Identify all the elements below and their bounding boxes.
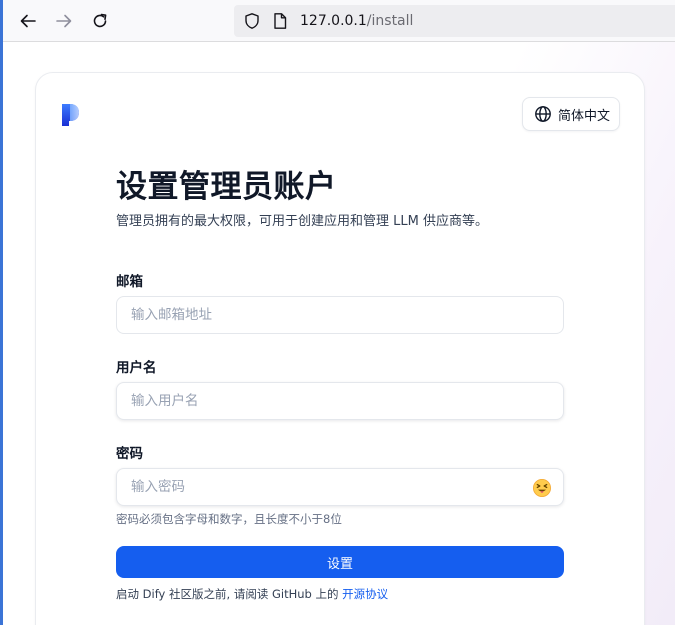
shield-icon[interactable] (243, 12, 261, 30)
browser-toolbar: 127.0.0.1/install (3, 0, 675, 42)
forward-arrow-icon (56, 14, 72, 28)
url-host: 127.0.0.1 (300, 13, 367, 29)
username-field-container (116, 382, 564, 420)
url-text[interactable]: 127.0.0.1/install (300, 12, 413, 30)
license-link[interactable]: 开源协议 (342, 587, 388, 601)
reload-button[interactable] (88, 9, 112, 33)
back-arrow-icon (20, 14, 36, 28)
email-label: 邮箱 (116, 274, 143, 290)
page-background: 简体中文 设置管理员账户 管理员拥有的最大权限，可用于创建应用和管理 LLM 供… (3, 42, 675, 625)
license-notice: 启动 Dify 社区版之前, 请阅读 GitHub 上的 开源协议 (116, 586, 388, 602)
forward-button[interactable] (52, 9, 76, 33)
password-hint: 密码必须包含字母和数字，且长度不小于8位 (116, 512, 342, 526)
setup-button[interactable]: 设置 (116, 546, 564, 578)
globe-icon (535, 106, 551, 122)
password-label: 密码 (116, 446, 143, 462)
install-card: 简体中文 设置管理员账户 管理员拥有的最大权限，可用于创建应用和管理 LLM 供… (35, 72, 645, 625)
page-subtitle: 管理员拥有的最大权限，可用于创建应用和管理 LLM 供应商等。 (116, 214, 488, 229)
page-icon[interactable] (272, 12, 288, 30)
logo-icon (62, 104, 79, 126)
language-label: 简体中文 (558, 108, 611, 124)
email-field[interactable] (117, 297, 563, 333)
username-label: 用户名 (116, 360, 157, 376)
url-bar[interactable]: 127.0.0.1/install (234, 5, 675, 37)
password-field[interactable] (117, 469, 563, 505)
language-selector[interactable]: 简体中文 (522, 97, 620, 131)
emoji-icon[interactable] (532, 478, 552, 498)
url-path: /install (366, 13, 414, 29)
password-field-container (116, 468, 564, 506)
page-title: 设置管理员账户 (116, 169, 337, 205)
license-notice-text: 启动 Dify 社区版之前, 请阅读 GitHub 上的 (116, 587, 343, 601)
email-field-container (116, 296, 564, 334)
reload-icon (93, 13, 107, 28)
username-field[interactable] (117, 383, 563, 419)
back-button[interactable] (16, 9, 40, 33)
